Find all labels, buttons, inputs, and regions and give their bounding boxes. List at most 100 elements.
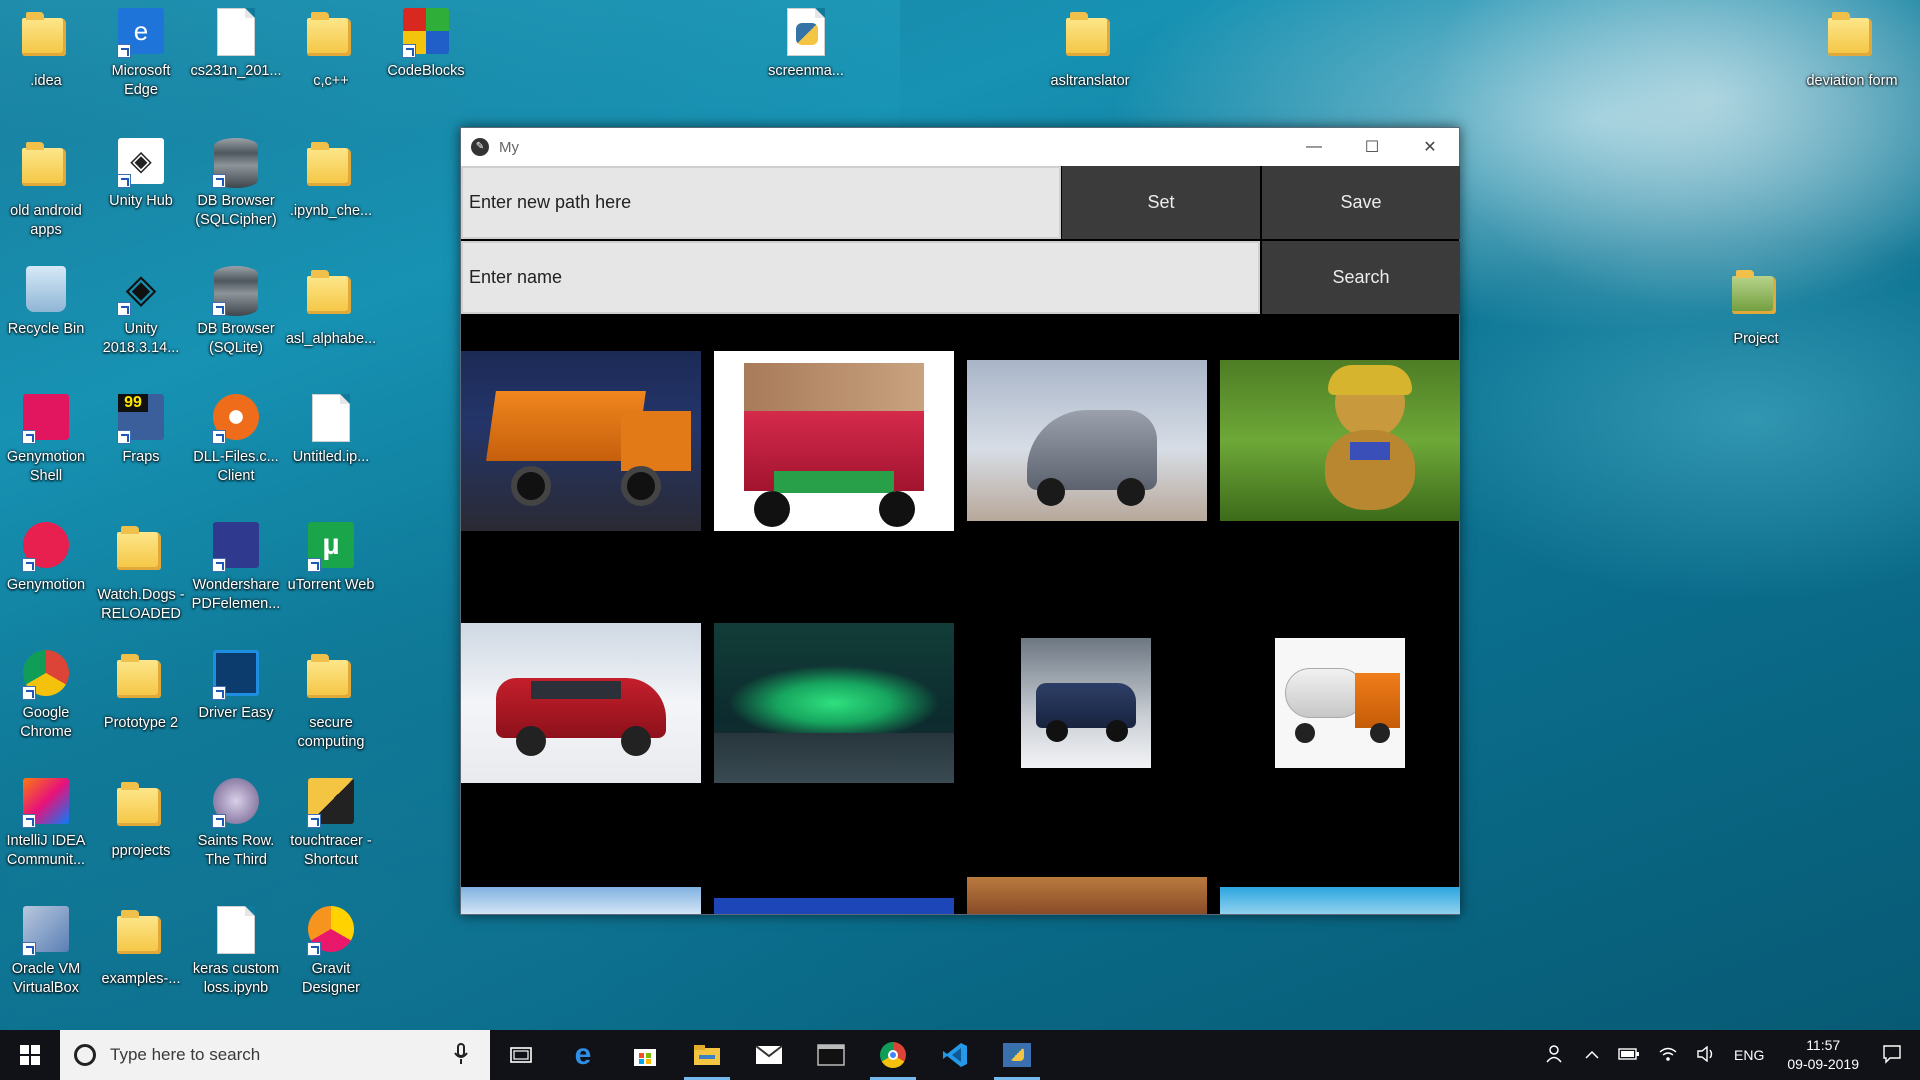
set-button[interactable]: Set [1062,166,1260,239]
desktop-icon-recycle-bin[interactable]: Recycle Bin [0,266,92,339]
wifi-icon[interactable] [1658,1046,1678,1065]
action-center-icon[interactable] [1882,1044,1902,1067]
thumbnail-partial-4[interactable] [1220,887,1460,914]
desktop-icon-examples[interactable]: examples-... [95,906,187,989]
desktop-icon-virtualbox[interactable]: Oracle VM VirtualBox [0,906,92,998]
recycle-bin-icon [22,266,70,316]
intellij-icon [22,778,70,828]
taskbar-chrome[interactable] [862,1030,924,1080]
desktop-icon-old-android-apps[interactable]: old android apps [0,138,92,240]
genymotion-shell-icon [22,394,70,444]
desktop-icon-idea[interactable]: .idea [0,8,92,91]
desktop-icon-unity[interactable]: ◈ Unity 2018.3.14... [95,266,187,358]
maximize-button[interactable]: ☐ [1343,128,1401,166]
taskbar-vscode[interactable] [924,1030,986,1080]
chevron-up-icon[interactable] [1584,1047,1600,1063]
thumbnail-partial-3[interactable] [967,877,1207,914]
thumbnail-red-suv[interactable] [461,623,701,783]
zip-folder-icon [307,270,355,326]
window-titlebar[interactable]: ✎ My — ☐ ✕ [461,128,1459,166]
desktop-icon-secure-computing[interactable]: secure computing [285,650,377,752]
python-app-icon [1003,1043,1031,1067]
microphone-icon[interactable] [454,1043,478,1067]
path-input[interactable] [461,166,1061,239]
desktop-icon-dll-files[interactable]: DLL-Files.c... Client [190,394,282,486]
desktop-icon-db-browser-sqlcipher[interactable]: DB Browser (SQLCipher) [190,138,282,230]
taskbar-search-box[interactable]: Type here to search [60,1030,490,1080]
task-view-icon [510,1047,532,1063]
desktop-icon-cs231n[interactable]: cs231n_201... [190,8,282,81]
desktop-icon-genymotion-shell[interactable]: Genymotion Shell [0,394,92,486]
taskbar-mail[interactable] [738,1030,800,1080]
desktop-icon-wondershare[interactable]: Wondershare PDFelemen... [190,522,282,614]
utorrent-icon: µ [307,522,355,572]
minimize-button[interactable]: — [1285,128,1343,166]
taskbar-python-app[interactable] [986,1030,1048,1080]
desktop-icon-watch-dogs[interactable]: Watch.Dogs - RELOADED [95,522,187,624]
desktop-icon-prototype-2[interactable]: Prototype 2 [95,650,187,733]
thumbnail-partial-1[interactable] [461,887,701,914]
document-icon [212,8,260,58]
desktop-icon-touchtracer[interactable]: touchtracer - Shortcut [285,778,377,870]
desktop-icon-gravit-designer[interactable]: Gravit Designer [285,906,377,998]
thumbnail-pickup-truck-snow[interactable] [1021,638,1151,768]
desktop-icon-c-cpp[interactable]: c,c++ [285,8,377,91]
system-tray: ENG 11:57 09-09-2019 [1537,1030,1920,1080]
edge-icon: e [574,1038,592,1071]
taskbar: Type here to search e ENG 11:57 09-09-20… [0,1030,1920,1080]
taskbar-file-explorer[interactable] [676,1030,738,1080]
store-icon [634,1049,656,1066]
thumbnail-orange-dump-truck[interactable] [461,351,701,531]
desktop-icon-fraps[interactable]: 99 Fraps [95,394,187,467]
desktop-icon-utorrent-web[interactable]: µ uTorrent Web [285,522,377,595]
desktop-icon-screenma[interactable]: screenma... [760,8,852,81]
clock[interactable]: 11:57 09-09-2019 [1787,1036,1859,1074]
people-icon[interactable] [1546,1044,1566,1067]
language-indicator[interactable]: ENG [1734,1047,1764,1063]
desktop-icon-genymotion[interactable]: Genymotion [0,522,92,595]
desktop-icon-edge[interactable]: e Microsoft Edge [95,8,187,100]
taskbar-store[interactable] [614,1030,676,1080]
desktop-icon-asl-alphabet[interactable]: asl_alphabe... [285,266,377,349]
desktop-icon-deviation-form[interactable]: deviation form [1806,8,1898,91]
desktop-icon-pprojects[interactable]: pprojects [95,778,187,861]
codeblocks-icon [402,8,450,58]
driver-easy-icon [212,650,260,700]
python-file-icon [782,8,830,58]
pdfelement-icon [212,522,260,572]
task-view-button[interactable] [490,1030,552,1080]
taskbar-edge[interactable]: e [552,1030,614,1080]
desktop-icon-asltranslator[interactable]: asltranslator [1044,8,1136,91]
search-button[interactable]: Search [1262,241,1460,314]
desktop-icon-db-browser-sqlite[interactable]: DB Browser (SQLite) [190,266,282,358]
desktop-icon-google-chrome[interactable]: Google Chrome [0,650,92,742]
desktop-icon-untitled-ipynb[interactable]: Untitled.ip... [285,394,377,467]
thumbnail-teddy-bear[interactable] [1220,360,1460,521]
start-button[interactable] [0,1030,60,1080]
thumbnail-silver-semi-truck[interactable] [967,360,1207,521]
volume-icon[interactable] [1696,1045,1716,1065]
desktop-icon-project[interactable]: Project [1710,266,1802,349]
taskbar-terminal[interactable] [800,1030,862,1080]
desktop-icon-keras-custom-loss[interactable]: keras custom loss.ipynb [190,906,282,998]
vscode-icon [943,1043,967,1067]
desktop-icon-unity-hub[interactable]: ◈ Unity Hub [95,138,187,211]
document-icon [212,906,260,956]
desktop-icon-ipynb-checkpoints[interactable]: .ipynb_che... [285,138,377,221]
desktop-icon-intellij[interactable]: IntelliJ IDEA Communit... [0,778,92,870]
mail-icon [755,1045,783,1064]
name-input[interactable] [461,241,1260,314]
thumbnail-orange-tanker-truck[interactable] [1275,638,1405,768]
desktop-icon-codeblocks[interactable]: CodeBlocks [380,8,472,81]
thumbnail-northern-lights[interactable] [714,623,954,783]
clock-time: 11:57 [1806,1037,1841,1053]
desktop-icon-saints-row[interactable]: Saints Row. The Third [190,778,282,870]
cortana-icon [74,1044,96,1066]
thumbnail-partial-2[interactable] [714,898,954,914]
battery-icon[interactable] [1618,1047,1640,1063]
desktop-icon-driver-easy[interactable]: Driver Easy [190,650,282,723]
saints-row-icon [212,778,260,828]
thumbnail-red-indian-truck[interactable] [714,351,954,531]
close-button[interactable]: ✕ [1401,128,1459,166]
save-button[interactable]: Save [1262,166,1460,239]
